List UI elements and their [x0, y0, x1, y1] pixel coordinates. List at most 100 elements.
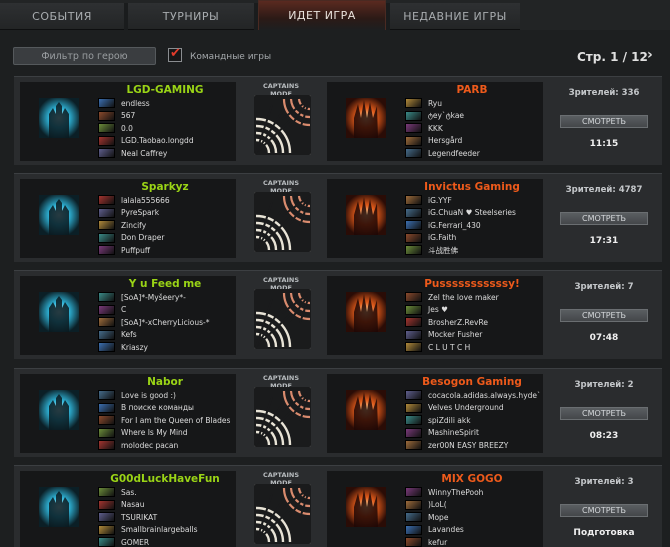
tab-tournaments[interactable]: ТУРНИРЫ — [128, 3, 254, 30]
hero-portrait-icon — [405, 390, 422, 401]
game-row[interactable]: Nabor Love is good :) В поиске команды For… — [14, 368, 662, 457]
player-entry: lalala555666 — [98, 194, 170, 207]
game-status: Зрителей: 4787 СМОТРЕТЬ 17:31 — [552, 174, 656, 263]
watch-button[interactable]: СМОТРЕТЬ — [560, 212, 648, 225]
radiant-logo-icon — [39, 487, 79, 527]
draft-map-icon — [254, 289, 311, 349]
radiant-team-name: Sparkyz — [141, 181, 189, 193]
page-indicator: Стр. 1 / 12 — [577, 50, 648, 64]
next-page-arrow-icon[interactable]: › — [647, 47, 653, 63]
dire-player-list: Ryu ტey`ტkae KKK Hersgård Legendfeeder — [405, 97, 480, 160]
player-name: Sas. — [121, 487, 137, 497]
hero-portrait-icon — [98, 207, 115, 218]
dire-player-list: WinnyThePooh)LoL(Mope Lavandes kefur — [405, 486, 483, 547]
player-name: Smallbrainlargeballs — [121, 525, 198, 535]
watch-button[interactable]: СМОТРЕТЬ — [560, 504, 648, 517]
player-name: zer00N EASY BREEZY — [428, 440, 509, 450]
game-row[interactable]: G00dLuckHaveFun Sas. Nasau TSURIKAT Smallbr… — [14, 465, 662, 547]
player-name: В поиске команды — [121, 403, 194, 413]
player-name: Lavandes — [428, 525, 464, 535]
hero-portrait-icon — [98, 148, 115, 159]
player-entry: Where Is My Mind — [98, 427, 230, 440]
hero-portrait-icon — [98, 487, 115, 498]
tab-events[interactable]: СОБЫТИЯ — [0, 3, 124, 30]
radiant-player-list: Love is good :) В поиске команды For I am … — [98, 389, 230, 452]
hero-portrait-icon — [405, 537, 422, 547]
game-status: Зрителей: 336 СМОТРЕТЬ 11:15 — [552, 77, 656, 166]
viewer-count: Зрителей: 3 — [574, 477, 634, 487]
game-time: 17:31 — [589, 236, 619, 246]
game-status: Зрителей: 2 СМОТРЕТЬ 08:23 — [552, 369, 656, 458]
dire-logo-icon — [346, 292, 386, 332]
dire-team-panel: MIX GOGO WinnyThePooh)LoL(Mope Lavandes ke… — [327, 471, 543, 547]
player-entry: Kriaszy — [98, 341, 209, 354]
hero-portrait-icon — [98, 98, 115, 109]
game-time: 07:48 — [589, 333, 619, 343]
player-entry: iG.ChuaN ♥ Steelseries — [405, 207, 516, 220]
player-name: Zel the love maker — [428, 292, 499, 302]
team-games-checkbox[interactable] — [168, 46, 182, 62]
player-name: MashineSpirit — [428, 428, 479, 438]
hero-portrait-icon — [98, 329, 115, 340]
tab-live-games[interactable]: ИДЕТ ИГРА — [258, 0, 386, 30]
radiant-team-panel: Nabor Love is good :) В поиске команды For… — [20, 374, 236, 453]
player-name: Kriaszy — [121, 342, 148, 352]
radiant-logo-icon — [39, 292, 79, 332]
hero-portrait-icon — [405, 487, 422, 498]
player-name: Zincify — [121, 220, 147, 230]
watch-button[interactable]: СМОТРЕТЬ — [560, 407, 648, 420]
dire-team-panel: Pusssssssssssy! Zel the love maker Jes ♥ B… — [327, 276, 543, 355]
hero-portrait-icon — [405, 207, 422, 218]
game-row[interactable]: Y u Feed me [SoA]*-Myšeery*- C [SoA]*-xChe… — [14, 270, 662, 359]
tab-recent-games[interactable]: НЕДАВНИЕ ИГРЫ — [390, 3, 520, 30]
hero-filter-input[interactable]: Фильтр по герою — [13, 47, 156, 65]
hero-portrait-icon — [405, 329, 422, 340]
radiant-team-panel: Y u Feed me [SoA]*-Myšeery*- C [SoA]*-xChe… — [20, 276, 236, 355]
player-entry: MashineSpirit — [405, 427, 541, 440]
watch-button[interactable]: СМОТРЕТЬ — [560, 309, 648, 322]
hero-portrait-icon — [405, 220, 422, 231]
player-entry: zer00N EASY BREEZY — [405, 439, 541, 452]
player-entry: 斗战胜佛 — [405, 244, 516, 257]
game-row[interactable]: Sparkyz lalala555666 PyreSpark Zincify Don … — [14, 173, 662, 262]
hero-portrait-icon — [98, 415, 115, 426]
player-name: Mocker Fusher — [428, 330, 483, 340]
player-entry: 567 — [98, 110, 194, 123]
player-name: GOMER — [121, 537, 150, 547]
radiant-logo-icon — [39, 390, 79, 430]
dire-player-list: iG.YYF iG.ChuaN ♥ Steelseries iG.Ferrari_4… — [405, 194, 516, 257]
hero-portrait-icon — [405, 317, 422, 328]
player-name: Velves Underground — [428, 403, 504, 413]
watch-button[interactable]: СМОТРЕТЬ — [560, 115, 648, 128]
player-entry: )LoL( — [405, 499, 483, 512]
hero-portrait-icon — [98, 110, 115, 121]
player-name: PyreSpark — [121, 208, 160, 218]
player-name: cocacola.adidas.always.hyde` — [428, 390, 541, 400]
radiant-logo-icon — [39, 98, 79, 138]
player-name: Love is good :) — [121, 390, 176, 400]
dire-logo-icon — [346, 390, 386, 430]
game-row[interactable]: LGD-GAMING endless 567 0.0 LGD.Taobao.longd… — [14, 76, 662, 165]
radiant-team-panel: G00dLuckHaveFun Sas. Nasau TSURIKAT Smallbr… — [20, 471, 236, 547]
player-name: WinnyThePooh — [428, 487, 484, 497]
radiant-player-list: endless 567 0.0 LGD.Taobao.longdd Neal Caffr… — [98, 97, 194, 160]
hero-portrait-icon — [98, 123, 115, 134]
player-entry: Nasau — [98, 499, 198, 512]
player-name: Neal Caffrey — [121, 148, 168, 158]
player-name: KKK — [428, 123, 443, 133]
player-name: LGD.Taobao.longdd — [121, 136, 194, 146]
hero-portrait-icon — [98, 342, 115, 353]
player-name: molodec pacan — [121, 440, 179, 450]
player-entry: Mope — [405, 511, 483, 524]
dire-team-name: Pusssssssssssy! — [424, 278, 520, 290]
hero-portrait-icon — [405, 195, 422, 206]
hero-portrait-icon — [405, 292, 422, 303]
player-name: C L U T C H — [428, 342, 471, 352]
radiant-team-panel: Sparkyz lalala555666 PyreSpark Zincify Don … — [20, 179, 236, 258]
hero-portrait-icon — [405, 427, 422, 438]
player-entry: Ryu — [405, 97, 480, 110]
player-entry: endless — [98, 97, 194, 110]
hero-portrait-icon — [405, 135, 422, 146]
game-status: Зрителей: 7 СМОТРЕТЬ 07:48 — [552, 271, 656, 360]
hero-portrait-icon — [405, 512, 422, 523]
